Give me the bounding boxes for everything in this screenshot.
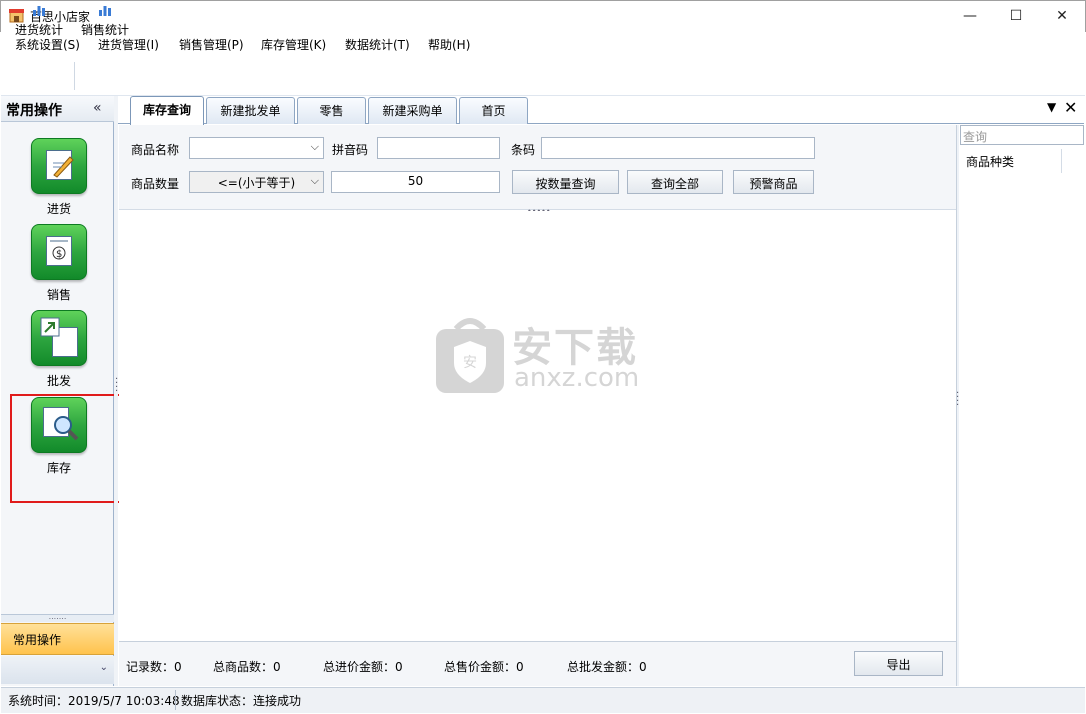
- menu-data-statistics[interactable]: 数据统计(T): [345, 36, 410, 53]
- right-panel: [959, 125, 1085, 686]
- close-button[interactable]: ✕: [1039, 0, 1085, 31]
- category-search-input[interactable]: 查询: [960, 125, 1084, 145]
- svg-text:$: $: [56, 249, 62, 260]
- query-by-quantity-button[interactable]: 按数量查询: [512, 170, 619, 194]
- barcode-input[interactable]: [541, 137, 815, 159]
- system-time: 系统时间：2019/5/7 10:03:48: [8, 694, 180, 708]
- toolbar: [1, 56, 1085, 96]
- watermark: 安 安下载 anxz.com: [434, 313, 654, 398]
- purchase-stats-button[interactable]: 进货统计: [12, 5, 66, 37]
- tab-close-icon[interactable]: ✕: [1064, 98, 1077, 117]
- category-tree-root[interactable]: 商品种类: [966, 153, 1014, 170]
- sales-stats-label: 销售统计: [80, 23, 129, 37]
- total-sale-amount: 总售价金额：0: [444, 660, 524, 674]
- query-all-button[interactable]: 查询全部: [627, 170, 723, 194]
- nav-group-expand-button[interactable]: ⌄: [1, 656, 114, 684]
- bar-chart-icon: [99, 6, 111, 16]
- menu-bar: [1, 32, 1085, 56]
- nav-item-wholesale[interactable]: 批发: [30, 310, 88, 388]
- shield-bag-icon: 安: [436, 318, 504, 393]
- tree-divider: [1061, 149, 1062, 173]
- nav-label-purchase: 进货: [46, 202, 71, 216]
- warning-products-button[interactable]: 预警商品: [733, 170, 814, 194]
- menu-purchase-management[interactable]: 进货管理(I): [98, 36, 159, 53]
- highlight-box: [10, 394, 130, 503]
- svg-text:安: 安: [463, 355, 477, 371]
- collapse-icon[interactable]: «: [93, 100, 102, 116]
- watermark-en: anxz.com: [514, 363, 640, 393]
- menu-system-settings[interactable]: 系统设置(S): [15, 36, 80, 53]
- bar-chart-icon: [33, 6, 45, 16]
- wholesale-icon: [31, 310, 87, 366]
- total-products: 总商品数：0: [213, 660, 281, 674]
- title-bar: [0, 0, 1086, 32]
- panel-resize-grip[interactable]: .......: [1, 613, 114, 622]
- quantity-label: 商品数量: [131, 177, 180, 191]
- purchase-icon: [31, 138, 87, 194]
- total-purchase-amount: 总进价金额：0: [323, 660, 403, 674]
- chevron-down-icon: ⌵: [310, 174, 319, 187]
- sales-stats-button[interactable]: 销售统计: [78, 5, 132, 37]
- maximize-button[interactable]: ☐: [993, 0, 1039, 31]
- product-name-label: 商品名称: [131, 143, 180, 157]
- sales-icon: $: [31, 224, 87, 280]
- menu-help[interactable]: 帮助(H): [428, 36, 470, 53]
- db-status: 数据库状态：连接成功: [181, 694, 302, 708]
- toolbar-separator: [74, 62, 75, 90]
- menu-inventory-management[interactable]: 库存管理(K): [261, 36, 326, 53]
- results-grid[interactable]: [119, 211, 956, 641]
- tab-home[interactable]: 首页: [459, 97, 528, 124]
- purchase-stats-label: 进货统计: [14, 23, 63, 37]
- menu-sales-management[interactable]: 销售管理(P): [179, 36, 244, 53]
- export-button[interactable]: 导出: [854, 651, 943, 676]
- total-wholesale-amount: 总批发金额：0: [567, 660, 647, 674]
- barcode-label: 条码: [511, 143, 536, 157]
- left-splitter-grip: · · · ·: [115, 374, 119, 397]
- pinyin-label: 拼音码: [332, 143, 369, 157]
- records-count: 记录数：0: [126, 660, 182, 674]
- quantity-input[interactable]: 50: [331, 171, 500, 193]
- tab-inventory-query[interactable]: 库存查询: [130, 96, 204, 125]
- status-separator: [175, 690, 176, 710]
- nav-item-sales[interactable]: $ 销售: [30, 224, 88, 302]
- pinyin-input[interactable]: [377, 137, 500, 159]
- nav-label-wholesale: 批发: [46, 374, 71, 388]
- minimize-button[interactable]: —: [947, 0, 993, 31]
- left-panel-title: 常用操作: [6, 103, 62, 119]
- chevron-down-icon: ⌵: [310, 140, 319, 153]
- tab-new-purchase[interactable]: 新建采购单: [368, 97, 457, 124]
- tab-new-wholesale[interactable]: 新建批发单: [206, 97, 295, 124]
- nav-label-sales: 销售: [46, 288, 71, 302]
- tab-retail[interactable]: 零售: [297, 97, 366, 124]
- tab-dropdown-icon[interactable]: ▼: [1047, 100, 1056, 114]
- comparator-value: <=(小于等于): [217, 176, 296, 190]
- comparator-select[interactable]: <=(小于等于) ⌵: [189, 171, 324, 193]
- nav-item-purchase[interactable]: 进货: [30, 138, 88, 216]
- nav-group-common[interactable]: 常用操作: [1, 623, 114, 655]
- product-name-combo[interactable]: ⌵: [189, 137, 324, 159]
